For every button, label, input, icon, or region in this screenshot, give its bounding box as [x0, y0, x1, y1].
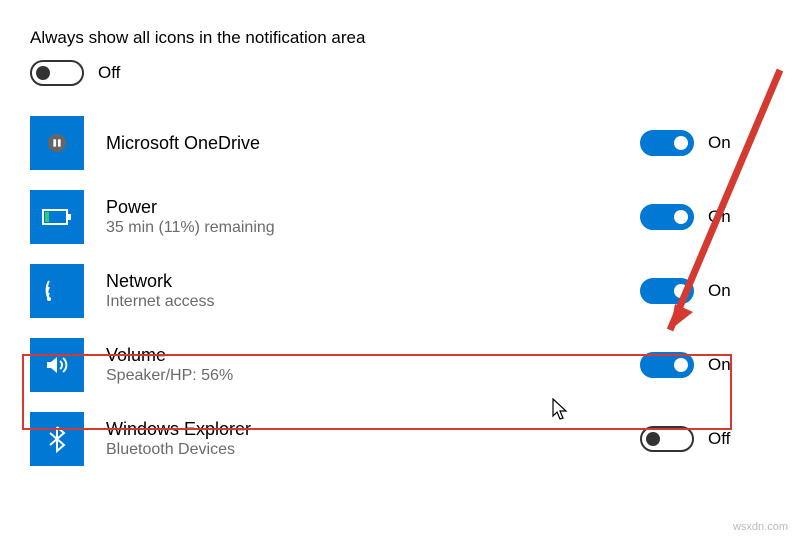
master-toggle-row: Off: [30, 60, 770, 86]
item-toggle[interactable]: [640, 204, 694, 230]
item-title: Microsoft OneDrive: [106, 133, 618, 154]
master-toggle[interactable]: [30, 60, 84, 86]
page-title: Always show all icons in the notificatio…: [30, 28, 770, 48]
item-subtitle: Speaker/HP: 56%: [106, 367, 618, 385]
list-item: Microsoft OneDrive On: [30, 106, 770, 180]
item-title: Power: [106, 197, 618, 218]
item-toggle[interactable]: [640, 426, 694, 452]
item-toggle[interactable]: [640, 278, 694, 304]
wifi-icon: [30, 264, 84, 318]
item-toggle[interactable]: [640, 352, 694, 378]
list-item: Network Internet access On: [30, 254, 770, 328]
watermark: wsxdn.com: [733, 521, 788, 533]
master-toggle-label: Off: [98, 63, 120, 83]
item-title: Network: [106, 271, 618, 292]
item-toggle-label: On: [708, 355, 731, 375]
item-toggle[interactable]: [640, 130, 694, 156]
list-item: Volume Speaker/HP: 56% On: [30, 328, 770, 402]
bluetooth-icon: [30, 412, 84, 466]
item-subtitle: Bluetooth Devices: [106, 441, 618, 459]
item-title: Volume: [106, 345, 618, 366]
item-toggle-label: On: [708, 207, 731, 227]
item-subtitle: Internet access: [106, 293, 618, 311]
item-toggle-label: On: [708, 133, 731, 153]
item-title: Windows Explorer: [106, 419, 618, 440]
item-toggle-label: On: [708, 281, 731, 301]
list-item: Power 35 min (11%) remaining On: [30, 180, 770, 254]
battery-icon: [30, 190, 84, 244]
item-toggle-label: Off: [708, 429, 730, 449]
list-item: Windows Explorer Bluetooth Devices Off: [30, 402, 770, 476]
volume-icon: [30, 338, 84, 392]
onedrive-icon: [30, 116, 84, 170]
item-subtitle: 35 min (11%) remaining: [106, 219, 618, 237]
